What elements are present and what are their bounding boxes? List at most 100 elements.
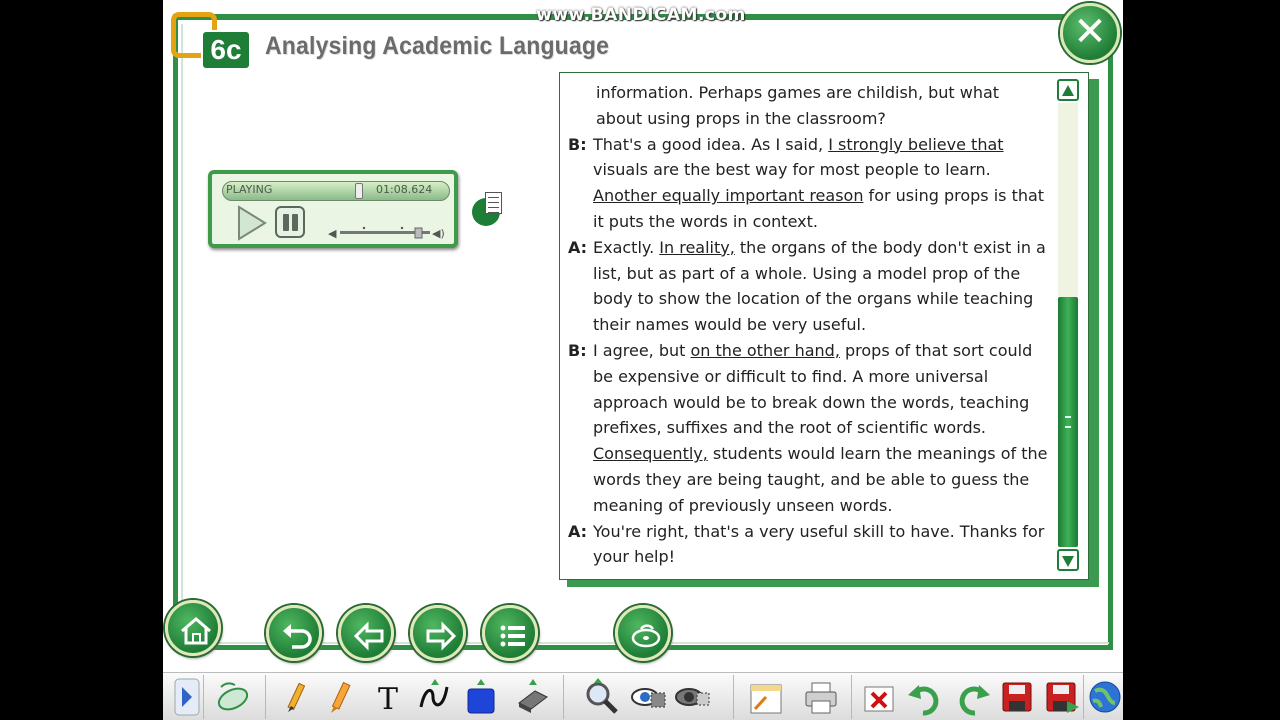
volume-ticks: [362, 226, 423, 239]
dialog-text-segment: You're right, that's a very useful skill…: [593, 521, 1045, 567]
list-icon: [500, 625, 525, 647]
previous-page-button[interactable]: [338, 605, 394, 661]
scroll-up-button[interactable]: [1057, 79, 1079, 101]
audio-cd-icon: [631, 624, 661, 648]
dialog-line: I agree, but on the other hand, props of…: [590, 338, 1048, 519]
web-tool[interactable]: [1085, 677, 1123, 717]
save-as-icon: [1046, 682, 1079, 713]
pause-button[interactable]: [275, 206, 305, 238]
next-page-button[interactable]: [410, 605, 466, 661]
unit-number: 6c: [201, 30, 251, 70]
document-icon: [485, 192, 502, 214]
key-phrase: Consequently,: [593, 444, 708, 464]
key-phrase: I strongly believe that: [828, 134, 1004, 154]
shape-icon: [467, 679, 495, 714]
player-status: PLAYING: [226, 183, 273, 196]
speaker-label: B:: [568, 340, 587, 360]
arrow-left-icon: [353, 621, 384, 651]
scrollbar[interactable]: [1057, 79, 1079, 571]
dialog-turn: A: Exactly. In reality, the organs of the…: [568, 235, 1048, 338]
app-stage: 6c Analysing Academic Language www.BANDI…: [163, 0, 1123, 720]
clear-icon: [864, 686, 894, 712]
audio-player: PLAYING 01:08.624 ◀ ◀): [208, 170, 458, 248]
hide-icon: [675, 688, 710, 706]
pencil-icon: [287, 682, 306, 712]
web-icon: [1089, 681, 1121, 713]
note-icon: [750, 684, 782, 714]
play-icon: [238, 205, 267, 241]
svg-text:T: T: [378, 682, 398, 717]
shape-tool[interactable]: [461, 677, 501, 717]
menu-button[interactable]: [482, 605, 538, 661]
dialog-line: information. Perhaps games are childish,…: [593, 80, 1048, 132]
scroll-thumb[interactable]: [1058, 297, 1078, 547]
close-button[interactable]: ✕: [1060, 3, 1120, 63]
zoom-icon: [586, 678, 618, 714]
home-button[interactable]: [165, 600, 221, 656]
page-title: Analysing Academic Language: [265, 32, 610, 60]
print-icon: [805, 682, 837, 714]
text-icon: T: [378, 682, 398, 717]
dialog-turn: B: That's a good idea. As I said, I stron…: [568, 132, 1048, 235]
note-tool[interactable]: [746, 677, 786, 717]
dialog-turn: A: You're right, that's a very useful ski…: [568, 519, 1048, 571]
scroll-down-button[interactable]: [1057, 549, 1079, 571]
dialog-turn: B: I agree, but on the other hand, props …: [568, 338, 1048, 519]
redo-icon: [959, 685, 990, 716]
zoom-tool[interactable]: [581, 677, 621, 717]
play-button[interactable]: [236, 204, 268, 242]
transcript-button[interactable]: [472, 192, 506, 226]
dialog-turn: information. Perhaps games are childish,…: [568, 80, 1048, 132]
dialog-text-segment: visuals are the best way for most people…: [593, 160, 991, 180]
dialog-text-segment: I agree, but: [593, 340, 691, 360]
freehand-icon: [419, 679, 449, 708]
clear-tool[interactable]: [859, 677, 899, 717]
highlighter-icon: [331, 681, 351, 713]
volume-high-icon: ◀): [432, 227, 445, 240]
reveal-tool[interactable]: [629, 677, 669, 717]
key-phrase: In reality,: [659, 237, 735, 257]
pen-tool[interactable]: [275, 677, 315, 717]
save-icon: [1002, 682, 1032, 712]
text-tool[interactable]: T: [370, 677, 410, 717]
recording-watermark: www.BANDICAM.com: [536, 5, 746, 25]
dialog-text-segment: information. Perhaps games are childish,…: [596, 83, 1000, 128]
speaker-label: A:: [568, 521, 588, 541]
speaker-label: B:: [568, 134, 587, 154]
highlighter-tool[interactable]: [319, 677, 359, 717]
transcript-panel: information. Perhaps games are childish,…: [559, 72, 1089, 580]
freehand-tool[interactable]: [415, 677, 455, 717]
annotation-toolbar: T: [163, 672, 1123, 720]
volume-control[interactable]: ◀ ◀): [328, 226, 450, 240]
dialog-text-segment: That's a good idea. As I said,: [593, 134, 829, 154]
undo-tool[interactable]: [905, 677, 945, 717]
expand-arrow-icon: [174, 678, 200, 716]
progress-knob[interactable]: [354, 183, 363, 199]
undo-icon: [283, 624, 312, 649]
home-icon: [181, 617, 211, 645]
toolbar-expand-button[interactable]: [173, 677, 203, 717]
dialog-line: That's a good idea. As I said, I strongl…: [590, 132, 1048, 235]
dialog-line: Exactly. In reality, the organs of the b…: [590, 235, 1048, 338]
dialog-line: You're right, that's a very useful skill…: [590, 519, 1048, 571]
reveal-icon: [631, 688, 666, 708]
close-icon: ✕: [1073, 9, 1107, 55]
mouse-icon: [217, 682, 249, 711]
volume-knob[interactable]: [414, 227, 423, 239]
key-phrase: Another equally important reason: [593, 186, 864, 206]
back-history-button[interactable]: [266, 605, 322, 661]
save-as-tool[interactable]: [1041, 677, 1081, 717]
audio-button[interactable]: [615, 605, 671, 661]
eraser-tool[interactable]: [513, 677, 553, 717]
save-tool[interactable]: [997, 677, 1037, 717]
dialog-text-segment: Exactly.: [593, 237, 660, 257]
select-tool[interactable]: [213, 677, 253, 717]
unit-badge: 6c: [171, 12, 251, 70]
undo-icon: [908, 685, 939, 716]
eraser-icon: [518, 679, 548, 713]
dialog-text: information. Perhaps games are childish,…: [568, 80, 1048, 570]
print-tool[interactable]: [801, 677, 841, 717]
arrow-right-icon: [426, 621, 457, 651]
redo-tool[interactable]: [953, 677, 993, 717]
hide-tool[interactable]: [673, 677, 713, 717]
